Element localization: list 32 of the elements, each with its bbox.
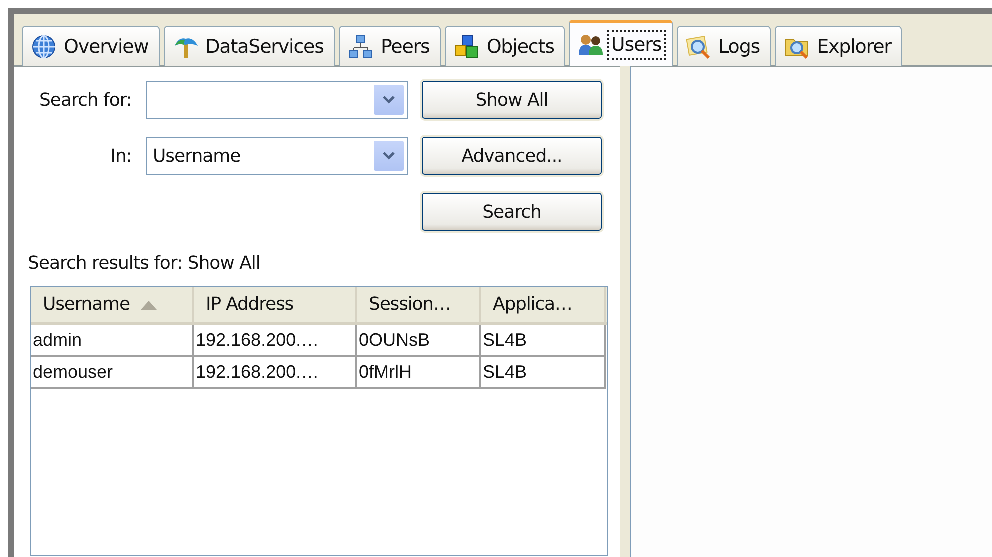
- tab[interactable]: Users: [569, 20, 673, 66]
- globe-icon: [31, 34, 57, 60]
- table-cell: admin: [31, 325, 194, 357]
- push-button[interactable]: Show All: [422, 81, 602, 119]
- field-label: Search for:: [38, 90, 132, 110]
- push-button[interactable]: Advanced...: [422, 137, 602, 175]
- table-cell: 0fMrlH: [357, 357, 481, 389]
- table-cell: 192.168.200.…: [194, 325, 357, 357]
- combo-box[interactable]: Username: [146, 137, 408, 175]
- tab[interactable]: Objects: [444, 26, 566, 66]
- column-header[interactable]: Session…: [357, 287, 481, 322]
- users-icon: [578, 32, 604, 56]
- column-header[interactable]: Applica…: [481, 287, 606, 322]
- table-cell: demouser: [31, 357, 194, 389]
- cubes-icon: [454, 34, 480, 60]
- column-header[interactable]: Username: [31, 287, 194, 322]
- combo-box[interactable]: [146, 81, 408, 119]
- tab[interactable]: Peers: [338, 26, 441, 66]
- table-cell: SL4B: [481, 325, 606, 357]
- tab[interactable]: Logs: [676, 26, 772, 66]
- results-caption: Search results for: Show All: [28, 253, 260, 274]
- magnifier-icon: [686, 34, 712, 60]
- field-label: In:: [110, 146, 132, 166]
- tab[interactable]: Overview: [22, 26, 160, 66]
- table-cell: 192.168.200.…: [194, 357, 357, 389]
- tab[interactable]: DataServices: [164, 26, 335, 66]
- table-cell: 0OUNsB: [357, 325, 481, 357]
- column-header[interactable]: IP Address: [194, 287, 357, 322]
- table-cell: SL4B: [481, 357, 606, 389]
- tab[interactable]: Explorer: [775, 26, 902, 66]
- network-icon: [348, 34, 374, 60]
- push-button[interactable]: Search: [422, 193, 602, 231]
